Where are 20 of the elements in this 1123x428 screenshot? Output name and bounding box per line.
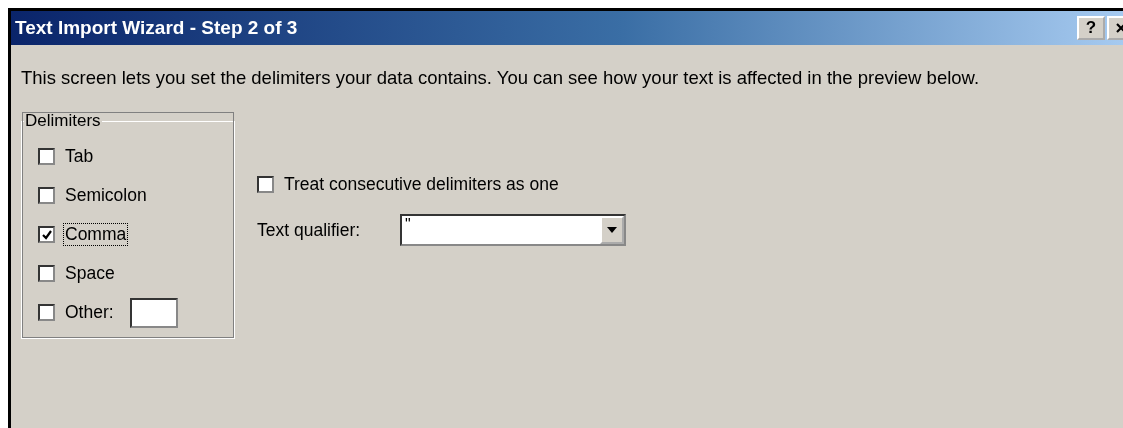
- checkmark-icon: [40, 228, 53, 241]
- group-title: Delimiters: [24, 111, 102, 131]
- checkbox-label[interactable]: Tab: [63, 145, 96, 168]
- checkbox-label[interactable]: Space: [63, 262, 117, 285]
- description-text: This screen lets you set the delimiters your data contains. You can see how your text is affected in the preview below.: [21, 67, 981, 89]
- checkbox[interactable]: [257, 176, 274, 193]
- checkbox-label[interactable]: Semicolon: [63, 184, 149, 207]
- checkbox[interactable]: [38, 187, 55, 204]
- window-title: Text Import Wizard - Step 2 of 3: [15, 17, 298, 39]
- checkbox-label[interactable]: Other:: [63, 301, 116, 324]
- help-button[interactable]: ?: [1077, 16, 1105, 40]
- field-label: Text qualifier:: [257, 219, 362, 241]
- checkbox[interactable]: [38, 265, 55, 282]
- text-qualifier-dropdown[interactable]: ": [400, 214, 626, 246]
- checkbox[interactable]: [38, 304, 55, 321]
- checkbox[interactable]: [38, 226, 55, 243]
- checkbox[interactable]: [38, 148, 55, 165]
- checkbox-label[interactable]: Treat consecutive delimiters as one: [282, 173, 561, 196]
- other-input-field[interactable]: [129, 297, 178, 328]
- checkbox-label[interactable]: Comma: [63, 223, 129, 246]
